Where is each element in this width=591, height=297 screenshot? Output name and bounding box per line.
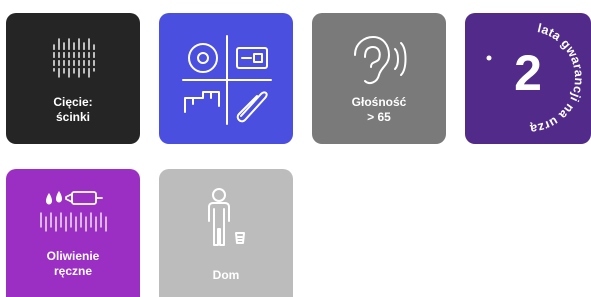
tile-office [159, 13, 293, 144]
office-supplies-icon [182, 35, 272, 125]
warranty-badge-number: 2 [514, 45, 542, 101]
tile-home: Dom [159, 169, 293, 297]
tile-volume-label-line2: > 65 [367, 110, 391, 124]
tile-oiling-label-line2: ręczne [53, 264, 93, 278]
cut-pieces-icon [50, 38, 96, 78]
ear-sound-icon [354, 35, 407, 84]
tile-cutting-label-line1: Cięcie: [53, 95, 93, 109]
tile-volume-label-line1: Głośność [351, 95, 407, 109]
tile-home-label: Dom [212, 268, 240, 282]
tile-warranty: lata gwarancji na urządzenie 2 [465, 13, 591, 144]
tile-cutting-label-line2: ścinki [55, 110, 91, 124]
person-home-icon [208, 188, 245, 246]
tile-oiling: Oliwienie ręczne [6, 169, 140, 297]
oil-drops-icon [40, 191, 107, 232]
tile-cutting: Cięcie: ścinki [6, 13, 140, 144]
tile-volume: Głośność > 65 [312, 13, 446, 144]
tile-oiling-label-line1: Oliwienie [46, 249, 100, 263]
